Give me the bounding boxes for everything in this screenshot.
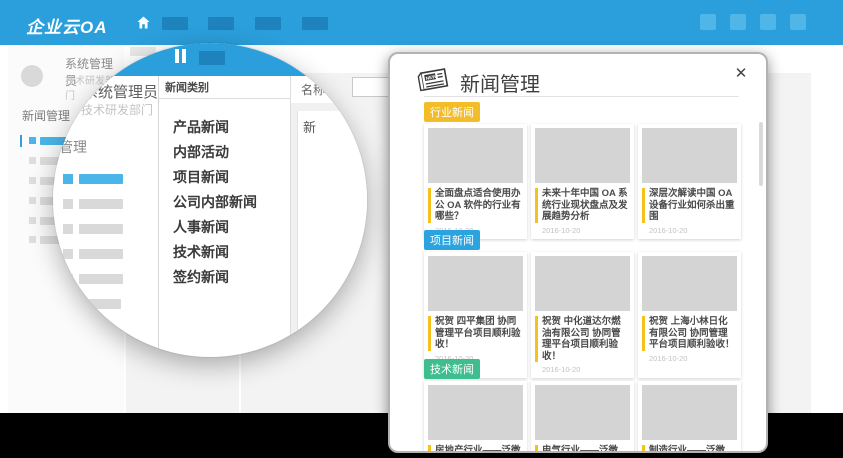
modal-title: 新闻管理	[460, 68, 540, 97]
menu-item-product-news[interactable]: 产品新闻	[173, 117, 229, 137]
news-thumbnail-placeholder	[428, 256, 523, 311]
topbar-action-tile[interactable]	[700, 14, 716, 30]
magnified-section-label: 闻管理	[53, 137, 87, 157]
news-card[interactable]: 全面盘点适合使用办公 OA 软件的行业有哪些？ 2016-10-20	[424, 124, 527, 239]
news-thumbnail-placeholder	[535, 385, 630, 440]
topbar: 企业云OA	[0, 0, 843, 45]
topnav-item-placeholder[interactable]	[208, 17, 234, 30]
news-card-date: 2016-10-20	[535, 365, 630, 374]
magnified-sidebar-item	[79, 224, 123, 234]
sidebar-item-icon	[29, 137, 36, 144]
news-card-title: 未来十年中国 OA 系统行业现状盘点及发展趋势分析	[535, 188, 630, 223]
magnified-name-input	[330, 74, 367, 94]
sidebar-item-icon	[29, 177, 36, 184]
magnified-user-name: 系统管理员	[83, 81, 158, 102]
magnified-name-label: 名称	[301, 81, 325, 98]
news-card-title: 祝贺 中化道达尔燃油有限公司 协同管理平台项目顺利验收！	[535, 316, 630, 362]
news-thumbnail-placeholder	[535, 256, 630, 311]
menu-item-contract-news[interactable]: 签约新闻	[173, 267, 229, 287]
magnified-sidebar-item-active	[79, 174, 123, 184]
section-badge-tech-news: 技术新闻	[424, 359, 480, 379]
news-card-title: 房地产行业——泛微 OA 签约	[428, 445, 523, 453]
news-card-row: 房地产行业——泛微 OA 签约 电气行业——泛微 OA 签约珠 制造行业——泛微…	[424, 381, 741, 453]
active-indicator	[20, 135, 22, 147]
newspaper-icon: NEWS	[416, 64, 452, 94]
news-card[interactable]: 祝贺 上海小林日化有限公司 协同管理平台项目顺利验收！ 2016-10-20	[638, 252, 741, 378]
news-card-title: 祝贺 四平集团 协同管理平台项目顺利验收！	[428, 316, 523, 351]
topbar-action-tile[interactable]	[790, 14, 806, 30]
magnified-table-cell: 新	[303, 117, 316, 136]
news-thumbnail-placeholder	[428, 128, 523, 183]
magnifier-circle: 系统管理员 技术研发部门 闻管理 新闻类别 产品新闻 内部活动 项目新闻 公司内…	[53, 43, 367, 357]
home-icon[interactable]	[137, 16, 150, 29]
section-badge-project-news: 项目新闻	[424, 230, 480, 250]
magnified-sidebar-icon	[63, 274, 73, 284]
news-card-date: 2016-10-20	[642, 354, 737, 363]
app-logo: 企业云OA	[26, 13, 108, 38]
sidebar-item-icon	[29, 157, 36, 164]
section-badge-industry-news: 行业新闻	[424, 102, 480, 122]
news-card[interactable]: 未来十年中国 OA 系统行业现状盘点及发展趋势分析 2016-10-20	[531, 124, 634, 239]
news-card-title: 制造行业——泛微 OA 签约浙	[642, 445, 737, 453]
news-thumbnail-placeholder	[642, 385, 737, 440]
news-card[interactable]: 电气行业——泛微 OA 签约珠	[531, 381, 634, 453]
news-card-title: 全面盘点适合使用办公 OA 软件的行业有哪些？	[428, 188, 523, 223]
topbar-action-tile[interactable]	[730, 14, 746, 30]
news-card-title: 深层次解读中国 OA 设备行业如何杀出重围	[642, 188, 737, 223]
magnified-table-column	[297, 111, 367, 357]
magnified-sidebar-icon	[63, 199, 73, 209]
magnified-topnav-placeholder	[199, 51, 225, 65]
topnav-item-placeholder[interactable]	[162, 17, 188, 30]
close-icon[interactable]: ✕	[728, 60, 754, 86]
sidebar-item-icon	[29, 197, 36, 204]
magnified-sidebar-icon	[63, 249, 73, 259]
sidebar-item-icon	[29, 236, 36, 243]
news-card-date: 2016-10-20	[642, 226, 737, 235]
sidebar-item-icon	[29, 217, 36, 224]
news-category-menu-title: 新闻类别	[165, 79, 209, 95]
news-thumbnail-placeholder	[428, 385, 523, 440]
news-management-modal: NEWS 新闻管理 ✕ 行业新闻 全面盘点适合使用办公 OA 软件的行业有哪些？…	[388, 52, 768, 453]
news-thumbnail-placeholder	[642, 256, 737, 311]
pause-bars-icon	[175, 49, 188, 63]
news-card[interactable]: 制造行业——泛微 OA 签约浙	[638, 381, 741, 453]
magnified-user-department: 技术研发部门	[81, 101, 153, 118]
magnified-sidebar-item	[79, 274, 123, 284]
news-card[interactable]: 祝贺 中化道达尔燃油有限公司 协同管理平台项目顺利验收！ 2016-10-20	[531, 252, 634, 378]
news-card[interactable]: 房地产行业——泛微 OA 签约	[424, 381, 527, 453]
sidebar-section-label: 新闻管理	[22, 107, 70, 124]
menu-item-project-news[interactable]: 项目新闻	[173, 167, 229, 187]
news-card-title: 祝贺 上海小林日化有限公司 协同管理平台项目顺利验收！	[642, 316, 737, 351]
magnified-sidebar-icon	[63, 174, 73, 184]
modal-divider	[424, 96, 739, 97]
news-card[interactable]: 深层次解读中国 OA 设备行业如何杀出重围 2016-10-20	[638, 124, 741, 239]
column-divider	[158, 76, 159, 357]
topbar-action-tile[interactable]	[760, 14, 776, 30]
menu-item-company-internal-news[interactable]: 公司内部新闻	[173, 192, 257, 212]
topnav-item-placeholder[interactable]	[255, 17, 281, 30]
magnified-sidebar-item	[79, 249, 123, 259]
magnified-sidebar-icon	[63, 224, 73, 234]
news-card-date: 2016-10-20	[535, 226, 630, 235]
magnified-sidebar-item	[66, 299, 121, 309]
news-thumbnail-placeholder	[642, 128, 737, 183]
news-card-title: 电气行业——泛微 OA 签约珠	[535, 445, 630, 453]
menu-item-internal-activity[interactable]: 内部活动	[173, 142, 229, 162]
avatar	[21, 65, 43, 87]
news-card-row: 全面盘点适合使用办公 OA 软件的行业有哪些？ 2016-10-20 未来十年中…	[424, 124, 741, 239]
menu-item-tech-news[interactable]: 技术新闻	[173, 242, 229, 262]
menu-item-hr-news[interactable]: 人事新闻	[173, 217, 229, 237]
menu-title-underline	[158, 98, 290, 99]
magnified-sidebar-item	[79, 199, 123, 209]
modal-scrollbar[interactable]	[759, 122, 763, 186]
topnav-item-placeholder[interactable]	[302, 17, 328, 30]
news-thumbnail-placeholder	[535, 128, 630, 183]
